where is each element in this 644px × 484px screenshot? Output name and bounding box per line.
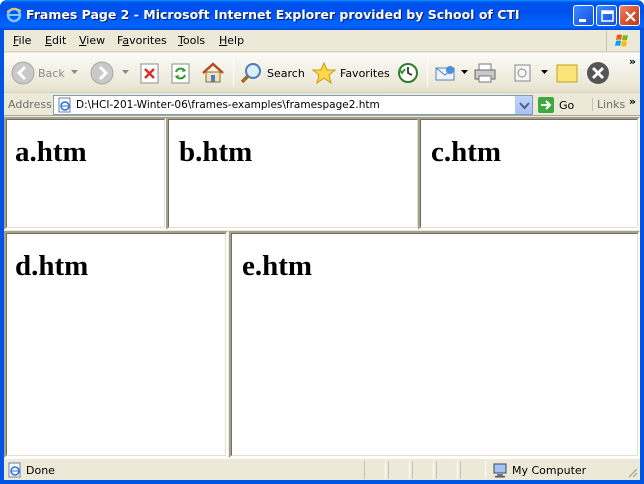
favorites-button[interactable]: Favorites <box>311 57 390 89</box>
stop-icon <box>140 63 159 84</box>
history-button[interactable] <box>396 57 420 89</box>
frame-b[interactable]: b.htm <box>166 117 420 230</box>
frame-e[interactable]: e.htm <box>229 231 640 458</box>
close-icon <box>625 11 636 22</box>
minimize-icon <box>579 19 586 22</box>
zone-label: My Computer <box>512 463 587 477</box>
frameset: a.htm b.htm c.htm d.htm e.htm <box>4 117 640 458</box>
status-pane <box>436 461 458 479</box>
menu-edit[interactable]: Edit <box>45 34 66 47</box>
menu-file[interactable]: File <box>13 34 31 47</box>
history-icon <box>398 63 418 83</box>
windows-logo <box>606 31 636 51</box>
refresh-icon <box>171 63 190 84</box>
status-pane <box>412 461 434 479</box>
title-bar[interactable]: Frames Page 2 - Microsoft Internet Explo… <box>0 0 644 30</box>
favorites-star-icon <box>311 61 337 85</box>
frame-a-heading: a.htm <box>15 136 87 168</box>
page-icon <box>58 97 71 113</box>
search-icon <box>240 63 261 84</box>
menu-favorites[interactable]: Favorites <box>117 34 167 47</box>
toolbar-overflow-chevron[interactable]: » <box>629 55 636 68</box>
refresh-button[interactable] <box>170 57 192 89</box>
stop-button[interactable] <box>139 57 161 89</box>
back-dropdown-icon[interactable] <box>71 70 78 75</box>
toolbar-separator <box>233 59 234 87</box>
window-title: Frames Page 2 - Microsoft Internet Explo… <box>26 7 520 22</box>
close-button[interactable] <box>619 5 640 26</box>
links-label[interactable]: Links <box>592 98 625 111</box>
frame-d-heading: d.htm <box>15 250 89 282</box>
toolbar-separator <box>427 59 428 87</box>
mail-button[interactable] <box>434 57 458 89</box>
status-pane <box>364 461 386 479</box>
edit-page-icon <box>514 64 531 82</box>
menu-view[interactable]: View <box>79 34 105 47</box>
go-arrow-icon <box>538 97 554 113</box>
mail-icon <box>435 66 455 81</box>
frame-c[interactable]: c.htm <box>418 117 640 230</box>
home-button[interactable] <box>200 57 226 89</box>
frame-c-heading: c.htm <box>431 136 502 168</box>
my-computer-icon <box>493 463 507 478</box>
messenger-button[interactable] <box>586 57 610 89</box>
maximize-button[interactable] <box>596 5 617 26</box>
status-pane <box>388 461 410 479</box>
menu-bar: File Edit View Favorites Tools Help <box>4 30 640 52</box>
minimize-button[interactable] <box>573 5 594 26</box>
forward-arrow-icon <box>90 61 114 85</box>
back-button[interactable]: Back <box>11 57 65 89</box>
printer-icon <box>474 63 496 83</box>
search-button[interactable]: Search <box>240 57 305 89</box>
frame-a[interactable]: a.htm <box>4 117 167 230</box>
links-overflow-chevron[interactable]: » <box>629 95 636 108</box>
browser-chrome: File Edit View Favorites Tools Help Back… <box>4 30 640 480</box>
address-bar: Address D:\HCI-201-Winter-06\frames-exam… <box>4 94 640 116</box>
print-button[interactable] <box>472 57 498 89</box>
frame-b-heading: b.htm <box>179 136 253 168</box>
back-arrow-icon <box>11 61 35 85</box>
back-label: Back <box>38 66 65 80</box>
mail-dropdown-icon[interactable] <box>461 70 468 75</box>
edit-button[interactable] <box>513 57 533 89</box>
edit-dropdown-icon[interactable] <box>541 70 548 75</box>
windows-flag-icon <box>615 34 628 47</box>
maximize-icon <box>601 10 614 22</box>
page-done-icon <box>8 462 21 478</box>
menu-help[interactable]: Help <box>219 34 244 47</box>
favorites-label: Favorites <box>340 66 390 80</box>
address-label: Address <box>8 98 52 111</box>
go-button[interactable]: Go <box>537 96 574 114</box>
address-dropdown-button[interactable] <box>515 96 532 114</box>
ie-logo-icon <box>6 7 22 23</box>
frame-d[interactable]: d.htm <box>4 231 228 458</box>
forward-dropdown-icon[interactable] <box>122 70 129 75</box>
go-label: Go <box>559 98 575 112</box>
status-text: Done <box>26 464 55 477</box>
search-label: Search <box>267 66 305 80</box>
address-input[interactable]: D:\HCI-201-Winter-06\frames-examples\fra… <box>53 95 533 115</box>
resize-grip-icon[interactable] <box>626 466 638 478</box>
address-value: D:\HCI-201-Winter-06\frames-examples\fra… <box>76 99 380 111</box>
forward-button[interactable] <box>90 57 114 89</box>
chevron-down-icon <box>519 102 530 110</box>
status-bar: Done My Computer <box>4 458 640 480</box>
messenger-close-icon <box>587 62 609 84</box>
menu-tools[interactable]: Tools <box>178 34 205 47</box>
sticky-note-icon <box>556 64 578 83</box>
browser-window: Frames Page 2 - Microsoft Internet Explo… <box>0 0 644 484</box>
status-pane <box>460 461 486 479</box>
standard-toolbar: Back Search Favorites » <box>4 53 640 93</box>
security-zone[interactable]: My Computer <box>492 461 586 479</box>
home-icon <box>202 62 224 83</box>
frame-e-heading: e.htm <box>242 250 313 282</box>
discuss-button[interactable] <box>555 57 579 89</box>
